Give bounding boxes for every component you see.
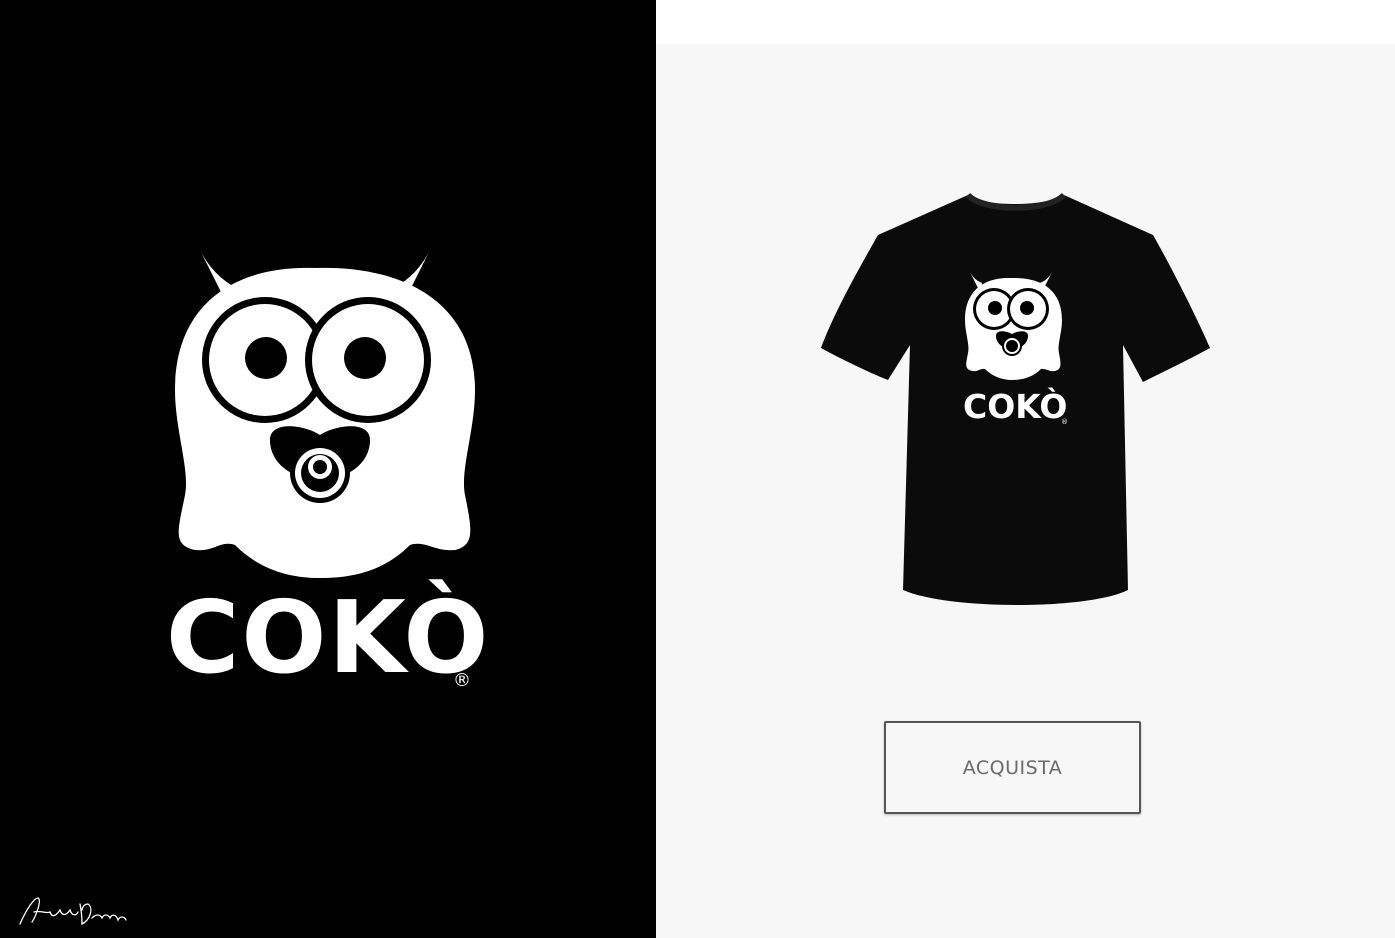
shirt-print-name: COKÒ bbox=[963, 387, 1068, 426]
shirt-registered-mark: ® bbox=[1061, 418, 1068, 426]
top-strip bbox=[656, 0, 1395, 44]
signature-icon bbox=[19, 897, 127, 926]
buy-button[interactable]: ACQUISTA bbox=[884, 721, 1141, 814]
registered-mark: ® bbox=[453, 670, 471, 691]
brand-panel: COKÒ ® bbox=[0, 0, 656, 938]
brand-name: COKÒ bbox=[166, 579, 491, 696]
